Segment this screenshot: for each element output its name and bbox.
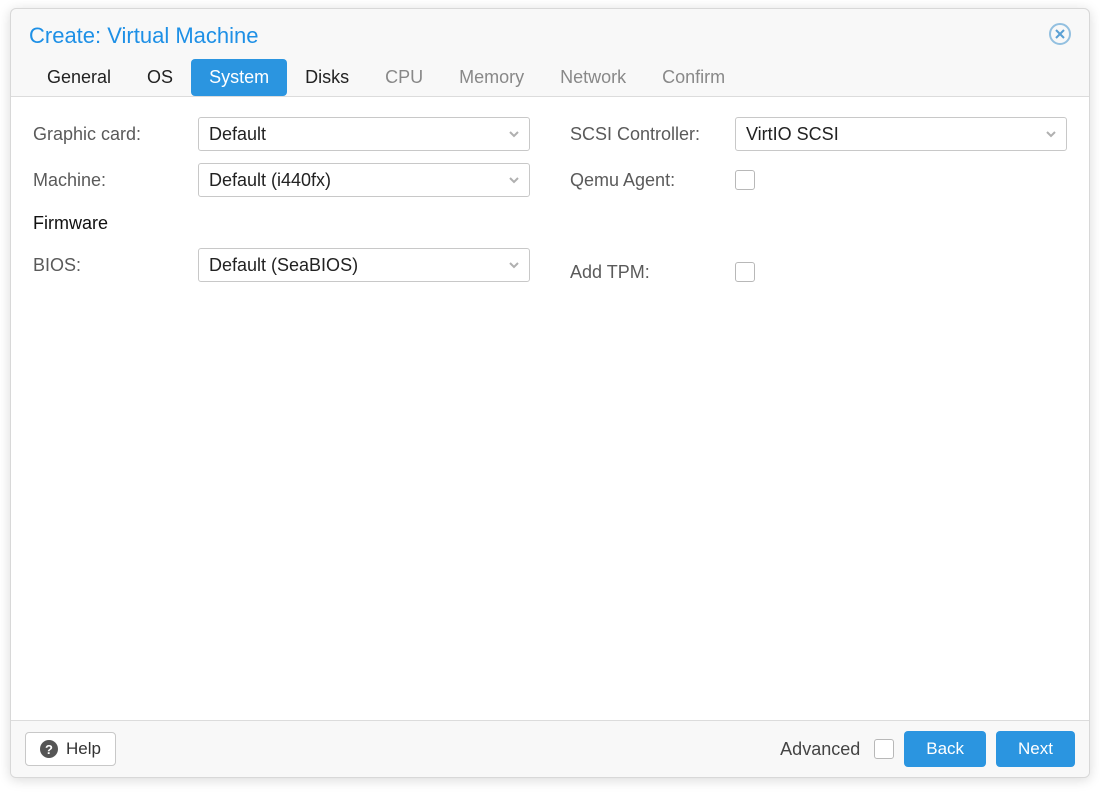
create-vm-dialog: Create: Virtual Machine GeneralOSSystemD… bbox=[10, 8, 1090, 778]
bios-input[interactable] bbox=[198, 248, 530, 282]
tab-general[interactable]: General bbox=[29, 59, 129, 96]
tab-memory: Memory bbox=[441, 59, 542, 96]
scsi-controller-row: SCSI Controller: bbox=[570, 117, 1067, 151]
graphic-card-input[interactable] bbox=[198, 117, 530, 151]
close-icon bbox=[1054, 28, 1066, 40]
tab-disks[interactable]: Disks bbox=[287, 59, 367, 96]
bios-label: BIOS: bbox=[33, 255, 188, 276]
help-label: Help bbox=[66, 739, 101, 759]
firmware-section-label: Firmware bbox=[33, 209, 530, 236]
back-button[interactable]: Back bbox=[904, 731, 986, 767]
scsi-controller-combo[interactable] bbox=[735, 117, 1067, 151]
machine-label: Machine: bbox=[33, 170, 188, 191]
dialog-footer: ? Help Advanced Back Next bbox=[11, 720, 1089, 777]
left-column: Graphic card: Machine: Firmware bbox=[33, 117, 530, 282]
help-icon: ? bbox=[40, 740, 58, 758]
qemu-agent-row: Qemu Agent: bbox=[570, 163, 1067, 197]
tab-confirm: Confirm bbox=[644, 59, 743, 96]
add-tpm-label: Add TPM: bbox=[570, 262, 725, 283]
add-tpm-checkbox[interactable] bbox=[735, 262, 755, 282]
advanced-label: Advanced bbox=[780, 739, 860, 760]
tab-os[interactable]: OS bbox=[129, 59, 191, 96]
graphic-card-combo[interactable] bbox=[198, 117, 530, 151]
right-column: SCSI Controller: Qemu Agent: Add TPM: bbox=[570, 117, 1067, 289]
bios-row: BIOS: bbox=[33, 248, 530, 282]
machine-row: Machine: bbox=[33, 163, 530, 197]
machine-combo[interactable] bbox=[198, 163, 530, 197]
dialog-header: Create: Virtual Machine bbox=[11, 9, 1089, 59]
tab-cpu: CPU bbox=[367, 59, 441, 96]
system-tab-body: Graphic card: Machine: Firmware bbox=[11, 97, 1089, 720]
machine-input[interactable] bbox=[198, 163, 530, 197]
scsi-controller-label: SCSI Controller: bbox=[570, 124, 725, 145]
dialog-title: Create: Virtual Machine bbox=[29, 23, 259, 49]
next-button[interactable]: Next bbox=[996, 731, 1075, 767]
advanced-checkbox[interactable] bbox=[874, 739, 894, 759]
graphic-card-label: Graphic card: bbox=[33, 124, 188, 145]
wizard-tabs: GeneralOSSystemDisksCPUMemoryNetworkConf… bbox=[11, 59, 1089, 97]
bios-combo[interactable] bbox=[198, 248, 530, 282]
help-button[interactable]: ? Help bbox=[25, 732, 116, 766]
graphic-card-row: Graphic card: bbox=[33, 117, 530, 151]
tab-system[interactable]: System bbox=[191, 59, 287, 96]
add-tpm-row: Add TPM: bbox=[570, 255, 1067, 289]
qemu-agent-label: Qemu Agent: bbox=[570, 170, 725, 191]
tab-network: Network bbox=[542, 59, 644, 96]
qemu-agent-checkbox[interactable] bbox=[735, 170, 755, 190]
scsi-controller-input[interactable] bbox=[735, 117, 1067, 151]
close-button[interactable] bbox=[1049, 23, 1071, 45]
